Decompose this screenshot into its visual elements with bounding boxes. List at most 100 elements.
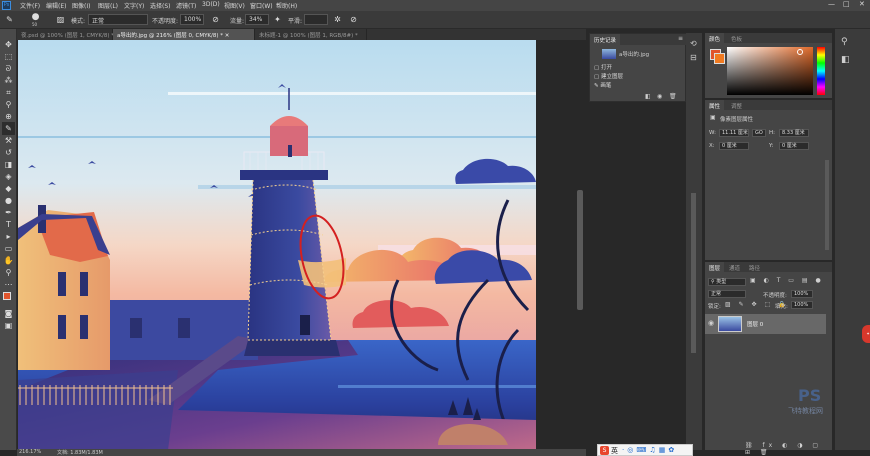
- learn-icon[interactable]: ⚲: [841, 37, 848, 47]
- width-input[interactable]: 11.11 厘米: [719, 129, 749, 137]
- props-title: 像素图层属性: [720, 117, 754, 123]
- history-item-selected[interactable]: ✎ 画笔: [594, 81, 682, 89]
- tab-properties[interactable]: 属性: [705, 100, 725, 111]
- props-scrollbar[interactable]: [825, 160, 829, 250]
- screen-mode-icon[interactable]: ▣: [2, 319, 15, 332]
- layer-footer-icons[interactable]: ⛓ fx ◐ ◑ ▢ ⊞ 🗑: [745, 442, 832, 456]
- history-item-label: 画笔: [600, 83, 612, 89]
- menu-edit[interactable]: 编辑(E): [46, 1, 66, 10]
- menu-image[interactable]: 图像(I): [72, 1, 90, 10]
- panel-menu-icon[interactable]: ≡: [678, 35, 683, 42]
- y-input[interactable]: 0 厘米: [779, 142, 809, 150]
- ime-toolbar[interactable]: S 英 ·◎⌨♫▦✿: [597, 444, 693, 456]
- menu-3d[interactable]: 3D(D): [202, 1, 220, 8]
- hue-slider[interactable]: [817, 47, 825, 95]
- tab-color[interactable]: 颜色: [705, 33, 725, 44]
- foreground-color-swatch[interactable]: [3, 292, 11, 300]
- menu-file[interactable]: 文件(F): [20, 1, 40, 10]
- doc-tab-active[interactable]: a导出的.jpg @ 216% (图层 0, CMYK/8) * ✕: [113, 29, 255, 40]
- smoothing-input[interactable]: [304, 14, 328, 25]
- history-layer-icon: ▢: [594, 74, 601, 80]
- minimize-icon[interactable]: —: [828, 0, 835, 8]
- history-snapshot[interactable]: a导出的.jpg: [594, 48, 684, 60]
- tab-swatches[interactable]: 色板: [727, 33, 746, 44]
- menu-filter[interactable]: 滤镜(T): [176, 1, 196, 10]
- snapshot-label: a导出的.jpg: [619, 52, 650, 58]
- layer-kind-filter[interactable]: ⚲ 类型: [708, 278, 746, 286]
- canvas-area[interactable]: [17, 40, 586, 450]
- history-open-icon: ▢: [594, 65, 601, 71]
- airbrush-icon[interactable]: ✦: [272, 14, 283, 25]
- gear-icon[interactable]: ✲: [332, 14, 343, 25]
- strip-scrollbar[interactable]: [691, 193, 696, 353]
- eye-icon[interactable]: ◉: [708, 319, 714, 327]
- opacity-input[interactable]: 100%: [180, 14, 204, 25]
- blend-mode-select[interactable]: 正常: [708, 290, 746, 298]
- ime-logo-icon[interactable]: S: [600, 446, 609, 455]
- menu-help[interactable]: 帮助(H): [276, 1, 297, 10]
- doc-tab[interactable]: 未标题-1 @ 100% (图层 1, RGB/8#) *: [255, 29, 367, 40]
- camera-icon[interactable]: ◉: [657, 93, 662, 100]
- link-icon[interactable]: GO: [752, 129, 766, 137]
- libraries-icon[interactable]: ◧: [841, 55, 850, 65]
- width-label: W:: [709, 130, 716, 136]
- tab-history[interactable]: 历史记录: [590, 34, 621, 45]
- menu-type[interactable]: 文字(Y): [124, 1, 144, 10]
- history-item[interactable]: ▢ 打开: [594, 63, 682, 71]
- zoom-level[interactable]: 216.17%: [19, 449, 41, 455]
- options-bar: ✎ ● 50 ▨ 模式: 正常 不透明度: 100% ⊘ 流量: 34% ✦ 平…: [0, 11, 870, 29]
- height-label: H:: [769, 130, 775, 136]
- artwork-canvas[interactable]: [18, 40, 536, 450]
- menu-window[interactable]: 窗口(W): [250, 1, 273, 10]
- tab-layers[interactable]: 图层: [705, 262, 725, 273]
- ime-lang[interactable]: 英: [611, 446, 618, 456]
- menu-select[interactable]: 选择(S): [150, 1, 171, 10]
- layer-row[interactable]: ◉ 图层 0: [705, 314, 826, 334]
- flow-input[interactable]: 34%: [245, 14, 269, 25]
- ps-logo-icon[interactable]: Ps: [2, 1, 11, 10]
- doc-tab-label: a导出的.jpg @ 216% (图层 0, CMYK/8) *: [117, 33, 224, 39]
- x-label: X:: [709, 143, 715, 149]
- layer-name[interactable]: 图层 0: [747, 320, 763, 328]
- history-panel: 历史记录 ≡ a导出的.jpg ▢ 打开 ▢ 建立图层 ✎ 画笔 ◧ ◉ 🗑: [589, 33, 687, 102]
- brush-tool-icon[interactable]: ✎: [4, 14, 15, 25]
- fill-input[interactable]: 100%: [791, 301, 813, 309]
- menu-bar: Ps 文件(F) 编辑(E) 图像(I) 图层(L) 文字(Y) 选择(S) 滤…: [0, 0, 870, 11]
- layer-opacity-input[interactable]: 100%: [791, 290, 813, 298]
- tab-channels[interactable]: 通道: [725, 262, 744, 273]
- height-input[interactable]: 8.33 厘米: [779, 129, 809, 137]
- opacity-label: 不透明度:: [152, 18, 179, 25]
- history-icon[interactable]: ⟲: [690, 39, 697, 48]
- canvas-right-scrollbar[interactable]: [577, 190, 583, 310]
- layers-panel: 图层 通道 路径 ⚲ 类型 ▣ ◐ T ▭ ▤ ● 正常 不透明度: 100% …: [705, 262, 832, 456]
- doc-tab[interactable]: 夜.psd @ 100% (图层 1, CMYK/8) *: [17, 29, 114, 40]
- lock-label: 锁定:: [708, 304, 721, 310]
- new-document-icon[interactable]: ◧: [645, 93, 651, 100]
- mode-select[interactable]: 正常: [88, 14, 148, 25]
- status-bar: 216.17% 文档: 1.83M/1.83M: [17, 449, 586, 456]
- x-input[interactable]: 0 厘米: [719, 142, 749, 150]
- color-picker-cursor[interactable]: [797, 49, 803, 55]
- share-badge[interactable]: ✦: [862, 325, 870, 343]
- ime-icons[interactable]: ·◎⌨♫▦✿: [622, 446, 677, 454]
- tab-paths[interactable]: 路径: [745, 262, 764, 273]
- close-icon[interactable]: ✕: [225, 33, 230, 39]
- filter-icons[interactable]: ▣ ◐ T ▭ ▤ ●: [750, 277, 824, 284]
- doc-tab-label: 未标题-1 @ 100% (图层 1, RGB/8#) *: [259, 33, 358, 39]
- tab-adjustments[interactable]: 调整: [727, 100, 746, 111]
- close-icon[interactable]: ✕: [859, 0, 865, 8]
- history-item[interactable]: ▢ 建立图层: [594, 72, 682, 80]
- menu-layer[interactable]: 图层(L): [98, 1, 118, 10]
- brush-panel-icon[interactable]: ▨: [55, 14, 66, 25]
- more-tools-icon[interactable]: ⋯: [2, 278, 15, 291]
- mode-label: 模式:: [71, 18, 86, 25]
- properties-icon[interactable]: ⊟: [690, 53, 697, 62]
- pressure-size-icon[interactable]: ⊘: [348, 14, 359, 25]
- pressure-opacity-icon[interactable]: ⊘: [210, 14, 221, 25]
- trash-icon[interactable]: 🗑: [669, 93, 677, 100]
- background-color-swatch[interactable]: [714, 53, 725, 64]
- maximize-icon[interactable]: □: [843, 0, 850, 8]
- flow-label: 流量:: [230, 18, 245, 25]
- doc-size[interactable]: 文档: 1.83M/1.83M: [57, 449, 103, 456]
- menu-view[interactable]: 视图(V): [224, 1, 245, 10]
